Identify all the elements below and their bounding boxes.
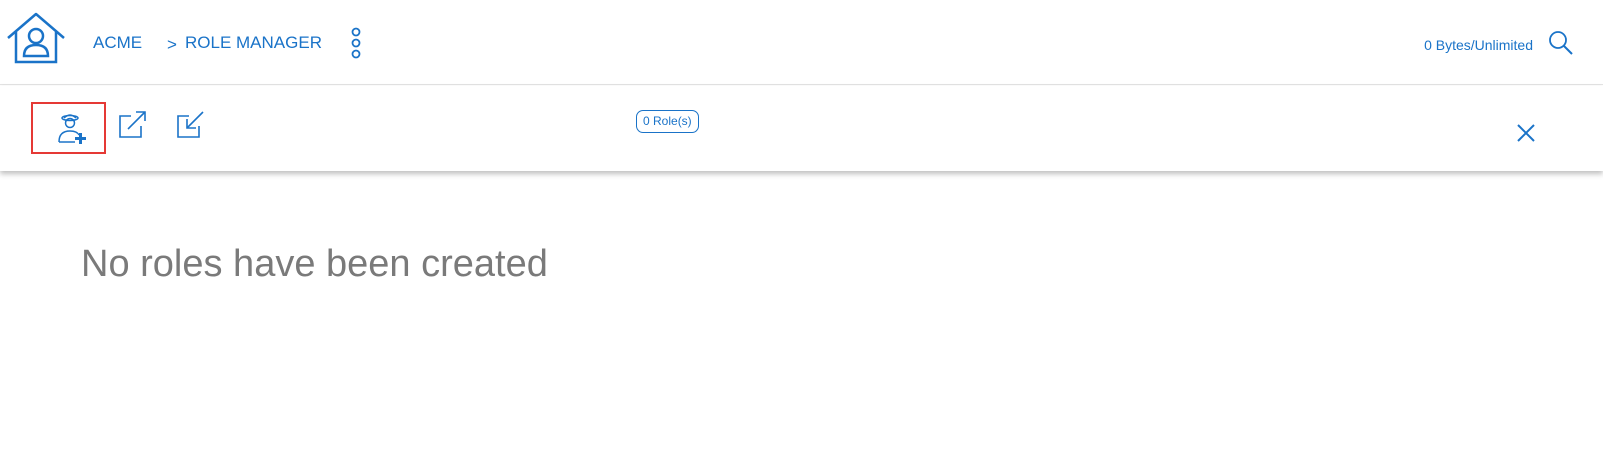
top-bar: ACME > ROLE MANAGER 0 Bytes/Unlimited (0, 0, 1603, 85)
add-role-button[interactable] (31, 102, 106, 154)
storage-usage: 0 Bytes/Unlimited (1424, 37, 1533, 53)
export-icon[interactable] (117, 108, 149, 140)
role-count-badge: 0 Role(s) (636, 110, 699, 133)
home-icon[interactable] (4, 10, 68, 66)
import-icon[interactable] (175, 108, 207, 140)
breadcrumb-org[interactable]: ACME (93, 33, 142, 53)
more-vertical-icon[interactable] (350, 27, 362, 63)
breadcrumb-separator: > (167, 35, 177, 54)
empty-state-message: No roles have been created (81, 243, 548, 285)
search-icon[interactable] (1548, 30, 1574, 56)
role-toolbar: 0 Role(s) (0, 86, 1603, 171)
add-role-icon (58, 114, 86, 144)
breadcrumb-current-page[interactable]: ROLE MANAGER (185, 33, 322, 53)
close-icon[interactable] (1515, 122, 1537, 144)
